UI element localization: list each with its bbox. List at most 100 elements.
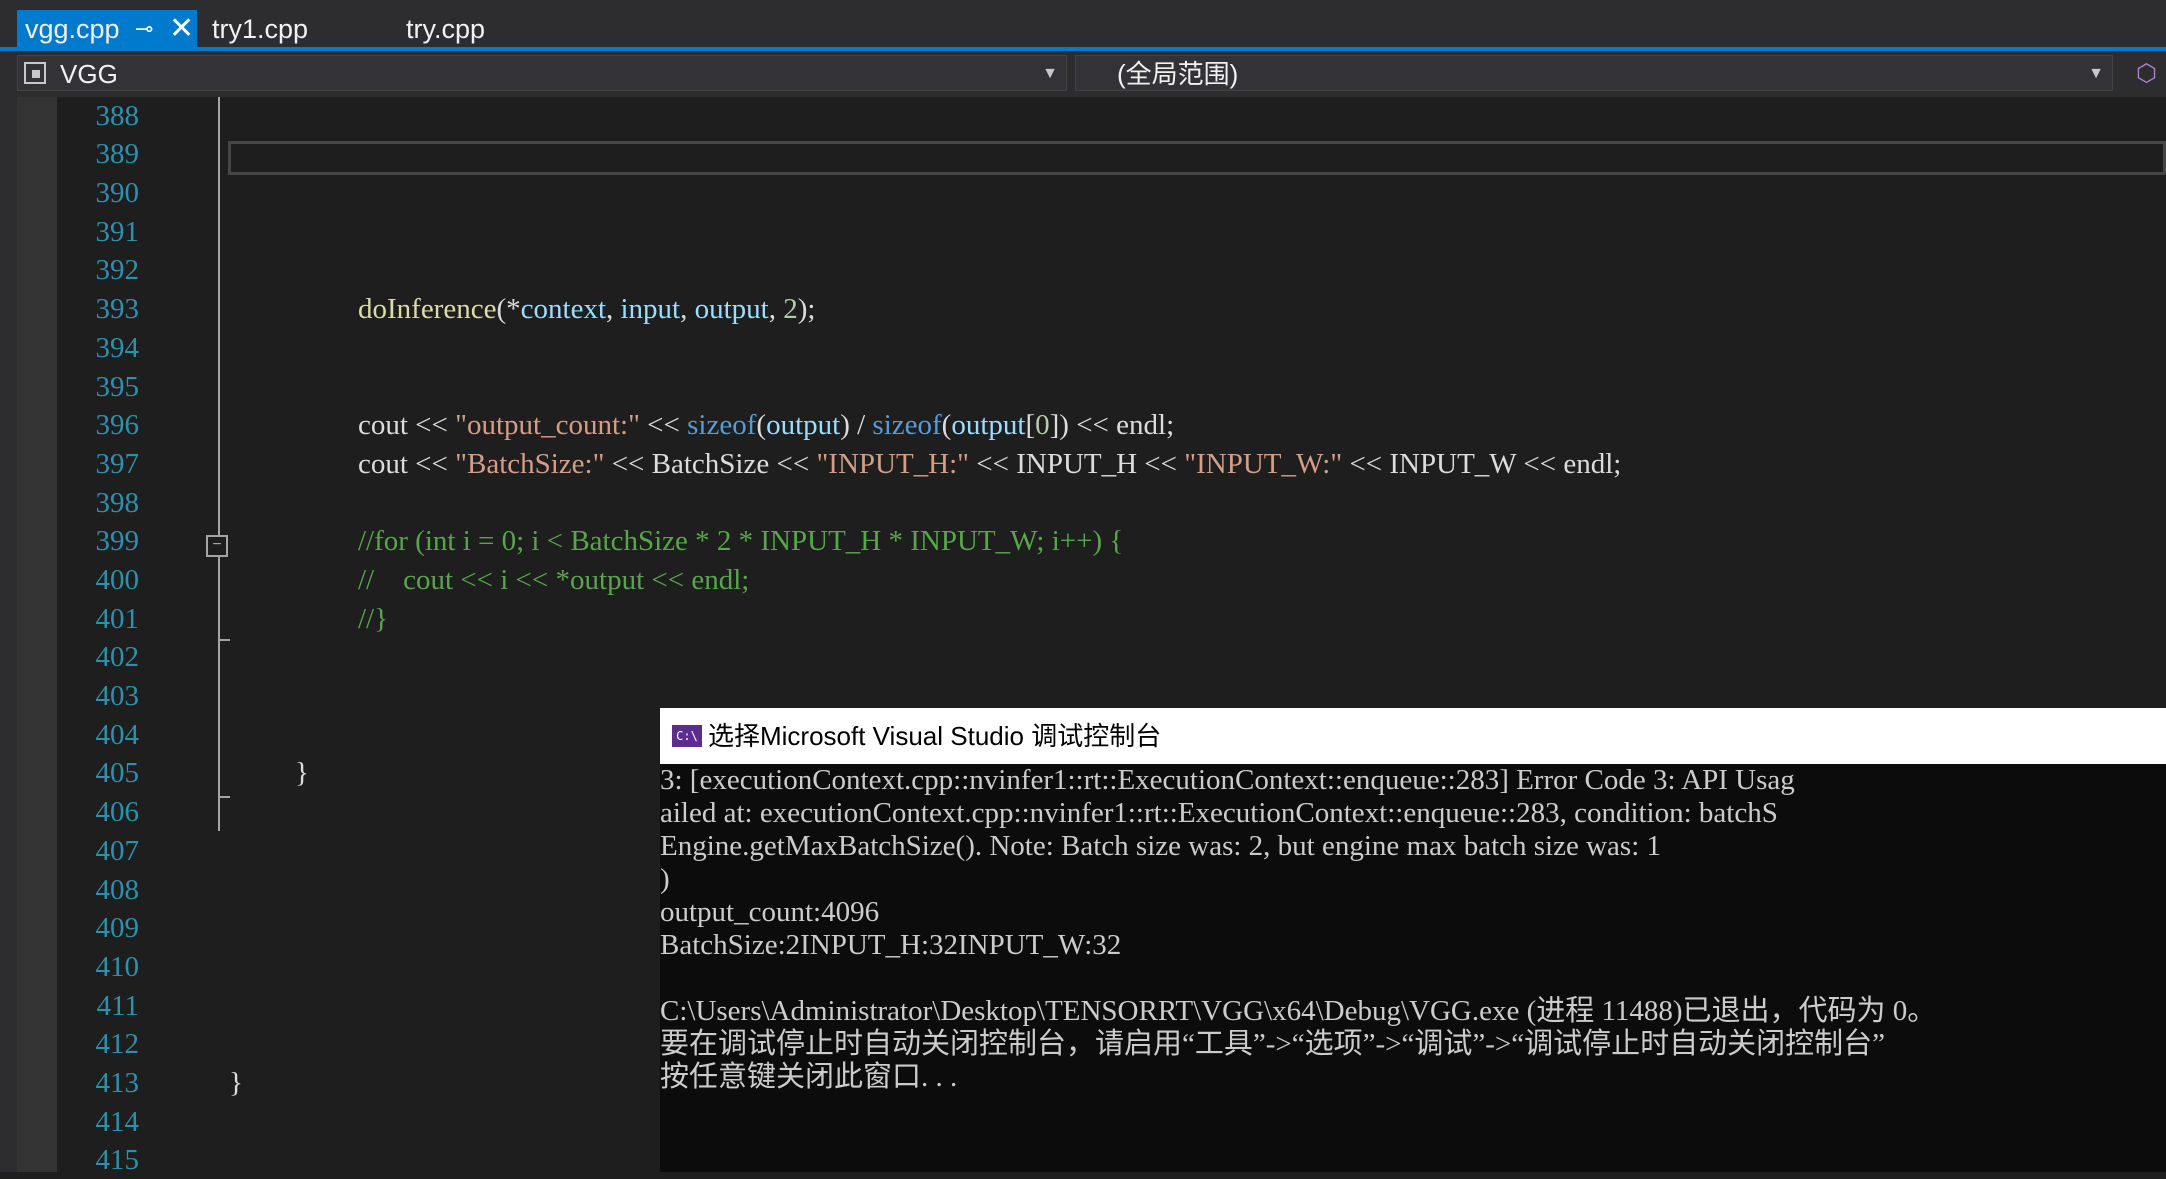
line-number: 400: [95, 564, 140, 596]
close-icon[interactable]: ✕: [169, 10, 194, 48]
code-line-397[interactable]: cout << "BatchSize:" << BatchSize << "IN…: [358, 445, 1621, 483]
code-token: [: [1025, 409, 1036, 441]
left-window-edge: [0, 97, 17, 1172]
code-token: "output_count:": [455, 409, 640, 441]
code-token: 2: [783, 293, 798, 325]
code-token: << BatchSize <<: [604, 448, 817, 480]
class-dropdown-value: VGG: [60, 59, 118, 89]
line-number: 396: [95, 409, 140, 441]
code-line-405[interactable]: }: [295, 754, 309, 792]
tab-try1-cpp[interactable]: try1.cpp: [212, 10, 308, 48]
tab-vgg-cpp[interactable]: vgg.cpp ⊸ ✕: [17, 10, 197, 48]
code-token: sizeof: [872, 409, 942, 441]
chevron-down-icon[interactable]: ▼: [2088, 56, 2104, 92]
line-number: 402: [95, 641, 140, 673]
code-token: ,: [768, 293, 784, 325]
code-token: << INPUT_H <<: [969, 448, 1185, 480]
console-line: Engine.getMaxBatchSize(). Note: Batch si…: [660, 830, 1662, 862]
debug-console-window[interactable]: C:\ 选择Microsoft Visual Studio 调试控制台 3: […: [660, 708, 2166, 1172]
class-icon: [24, 62, 46, 84]
code-line-401[interactable]: //}: [358, 600, 388, 638]
code-line-399[interactable]: //for (int i = 0; i < BatchSize * 2 * IN…: [358, 522, 1123, 560]
code-token: ,: [606, 293, 621, 325]
outlining-end-tick: [218, 639, 230, 641]
code-token: ) /: [840, 409, 873, 441]
code-token: input: [620, 293, 681, 325]
code-line-396[interactable]: cout << "output_count:" << sizeof(output…: [358, 406, 1174, 444]
chevron-down-icon[interactable]: ▼: [1042, 56, 1058, 92]
line-number: 403: [95, 680, 140, 712]
code-token: "INPUT_H:": [816, 448, 970, 480]
line-number: 406: [95, 796, 140, 828]
code-token: (: [941, 409, 952, 441]
console-output[interactable]: 3: [executionContext.cpp::nvinfer1::rt::…: [660, 764, 2166, 1172]
tab-label: try1.cpp: [212, 14, 309, 44]
line-number: 397: [95, 448, 140, 480]
code-token: (*: [496, 293, 521, 325]
tab-try-cpp[interactable]: try.cpp: [406, 10, 485, 48]
line-number: 392: [95, 254, 140, 286]
document-tab-strip: vgg.cpp ⊸ ✕ try1.cpp try.cpp: [0, 0, 2166, 51]
code-token: "INPUT_W:": [1184, 448, 1343, 480]
line-number: 414: [95, 1106, 140, 1138]
navigation-bar: VGG ▼ (全局范围) ▼ ⬡: [0, 51, 2166, 97]
console-line: output_count:4096: [660, 896, 880, 928]
code-token: doInference: [358, 293, 497, 325]
line-number: 408: [95, 874, 140, 906]
line-number: 389: [95, 138, 140, 170]
indicator-margin: [17, 97, 57, 1172]
console-line: 3: [executionContext.cpp::nvinfer1::rt::…: [660, 764, 1795, 796]
pin-icon[interactable]: ⊸: [135, 10, 153, 48]
console-line: 要在调试停止时自动关闭控制台，请启用“工具”->“选项”->“调试”->“调试停…: [660, 1028, 1886, 1060]
line-number: 399: [95, 525, 140, 557]
line-number: 398: [95, 487, 140, 519]
line-number: 391: [95, 216, 140, 248]
tab-label: vgg.cpp: [25, 14, 120, 44]
code-token: 0: [1035, 409, 1050, 441]
outlining-end-tick: [218, 796, 230, 798]
line-number: 409: [95, 912, 140, 944]
line-number: 395: [95, 371, 140, 403]
tab-label: try.cpp: [406, 14, 486, 44]
line-number: 405: [95, 757, 140, 789]
console-line: ailed at: executionContext.cpp::nvinfer1…: [660, 797, 1778, 829]
code-token: );: [797, 293, 816, 325]
code-token: context: [520, 293, 606, 325]
line-number: 401: [95, 603, 140, 635]
code-line-413[interactable]: }: [229, 1064, 243, 1102]
console-title-bar[interactable]: C:\ 选择Microsoft Visual Studio 调试控制台: [660, 708, 2166, 764]
line-number: 393: [95, 293, 140, 325]
line-number: 412: [95, 1028, 140, 1060]
split-editor-icon[interactable]: ⬡: [2136, 59, 2157, 88]
code-token: cout <<: [358, 409, 456, 441]
code-token: "BatchSize:": [455, 448, 605, 480]
code-token: cout <<: [358, 448, 456, 480]
class-dropdown[interactable]: VGG ▼: [17, 55, 1067, 91]
outlining-guide: [218, 97, 220, 831]
console-line: BatchSize:2INPUT_H:32INPUT_W:32: [660, 929, 1122, 961]
code-token: ,: [680, 293, 695, 325]
code-token: ]) << endl;: [1049, 409, 1175, 441]
console-app-icon: C:\: [672, 725, 702, 747]
line-number: 410: [95, 951, 140, 983]
scope-dropdown[interactable]: (全局范围) ▼: [1075, 55, 2113, 91]
line-number: 407: [95, 835, 140, 867]
code-token: output: [951, 409, 1026, 441]
collapse-toggle[interactable]: −: [206, 535, 228, 557]
line-number: 394: [95, 332, 140, 364]
line-number: 388: [95, 100, 140, 132]
line-number: 415: [95, 1144, 140, 1176]
line-number: 411: [96, 990, 139, 1022]
code-token: <<: [639, 409, 688, 441]
console-line: 按任意键关闭此窗口. . .: [660, 1061, 958, 1093]
console-line: C:\Users\Administrator\Desktop\TENSORRT\…: [660, 995, 1937, 1027]
code-token: << INPUT_W << endl;: [1342, 448, 1622, 480]
current-line-highlight: [228, 141, 2166, 175]
code-token: output: [766, 409, 841, 441]
scope-dropdown-value: (全局范围): [1117, 59, 1239, 89]
line-number: 404: [95, 719, 140, 751]
code-line-393[interactable]: doInference(*context, input, output, 2);: [358, 290, 815, 328]
line-number: 390: [95, 177, 140, 209]
code-line-400[interactable]: // cout << i << *output << endl;: [358, 561, 749, 599]
code-token: sizeof: [687, 409, 757, 441]
